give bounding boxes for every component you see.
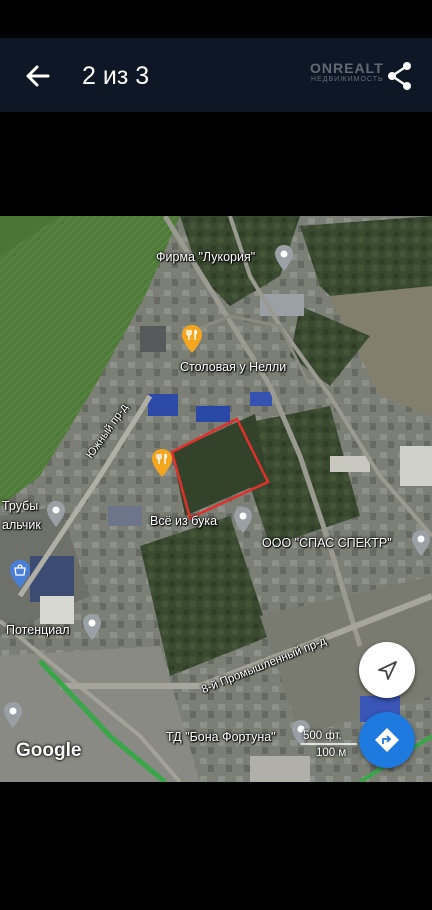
label-kalchik[interactable]: альчик: [2, 518, 41, 532]
arrow-left-icon: [26, 65, 50, 87]
navigation-button[interactable]: [359, 642, 415, 698]
place-pin-icon[interactable]: [47, 501, 65, 527]
scale-meters: 100 м: [316, 747, 347, 759]
place-pin-icon[interactable]: [412, 530, 430, 556]
label-spas-spektr[interactable]: ООО "СПАС СПЕКТР": [262, 536, 392, 550]
label-truby[interactable]: Трубы: [2, 499, 38, 513]
restaurant-pin-icon[interactable]: [182, 325, 202, 353]
photo-counter: 2 из 3: [82, 62, 150, 90]
label-potencial[interactable]: Потенциал: [6, 623, 70, 637]
restaurant-pin-icon[interactable]: [152, 449, 172, 477]
place-pin-icon[interactable]: [4, 702, 22, 728]
directions-icon: [375, 728, 399, 752]
label-stolovaya-u-nelli[interactable]: Столовая у Нелли: [180, 360, 286, 374]
onrealt-watermark: ONREALT НЕДВИЖИМОСТЬ: [310, 60, 384, 83]
place-pin-icon[interactable]: [275, 245, 293, 271]
place-pin-icon[interactable]: [83, 614, 101, 640]
navigation-arrow-icon: [378, 661, 397, 680]
place-pin-icon[interactable]: [234, 507, 252, 533]
share-button[interactable]: [384, 60, 416, 92]
scale-feet: 500 фт.: [303, 730, 342, 742]
app-bar: ONREALT НЕДВИЖИМОСТЬ 2 из 3: [0, 38, 432, 112]
shopping-pin-icon[interactable]: [10, 560, 30, 588]
label-bona-fortuna[interactable]: ТД "Бона Фортуна": [166, 730, 276, 744]
label-firma-lukoriya[interactable]: Фирма "Лукория": [156, 250, 255, 264]
scale-bar: [301, 743, 357, 745]
directions-button[interactable]: [359, 712, 415, 768]
share-icon: [388, 62, 411, 90]
status-bar-area: [0, 0, 432, 38]
watermark-sub: НЕДВИЖИМОСТЬ: [310, 76, 384, 83]
google-logo: Google: [16, 740, 82, 761]
back-button[interactable]: [22, 60, 54, 92]
label-vse-iz-buka[interactable]: Всё из бука: [150, 514, 217, 528]
watermark-brand: ONREALT: [310, 60, 384, 76]
satellite-map[interactable]: Фирма "Лукория" Столовая у Нелли Южный п…: [0, 216, 432, 782]
